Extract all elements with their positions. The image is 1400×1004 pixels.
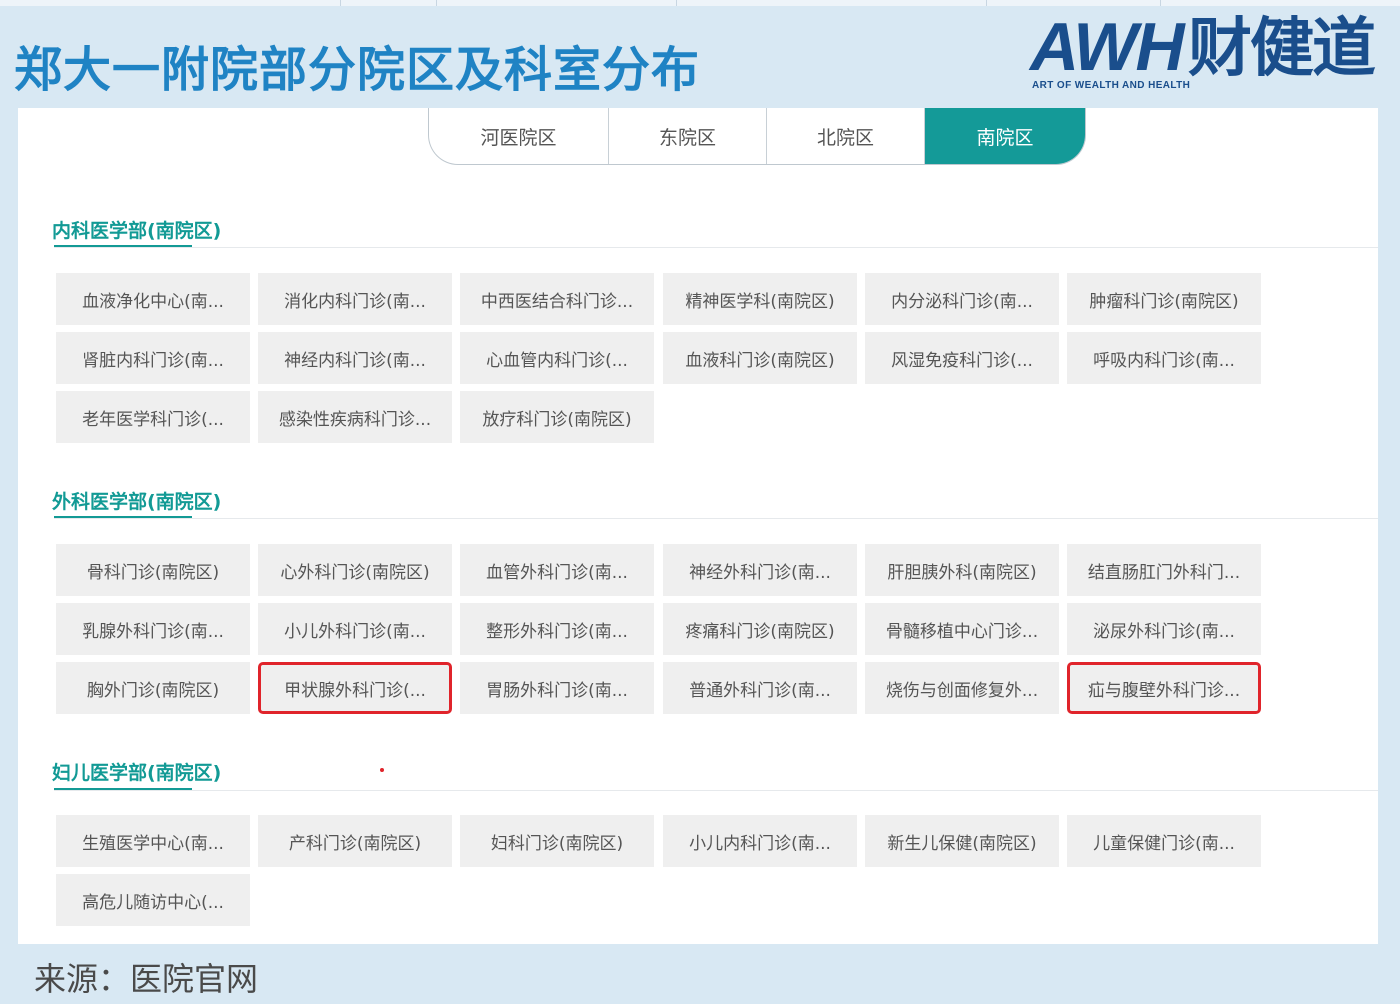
- section-title-surgery: 外科医学部(南院区): [52, 491, 222, 513]
- department-button[interactable]: 高危儿随访中心(...: [56, 874, 250, 926]
- department-button[interactable]: 泌尿外科门诊(南...: [1067, 603, 1261, 655]
- department-button[interactable]: 新生儿保健(南院区): [865, 815, 1059, 867]
- department-button[interactable]: 风湿免疫科门诊(...: [865, 332, 1059, 384]
- logo-awh-text: AWH: [1030, 9, 1185, 85]
- tab-heyi-campus[interactable]: 河医院区: [429, 108, 609, 164]
- brand-logo: AWH 财健道 ART OF WEALTH AND HEALTH: [1030, 12, 1390, 96]
- department-button[interactable]: 呼吸内科门诊(南...: [1067, 332, 1261, 384]
- tab-east-campus[interactable]: 东院区: [609, 108, 767, 164]
- department-button[interactable]: 儿童保健门诊(南...: [1067, 815, 1261, 867]
- department-button[interactable]: 感染性疾病科门诊...: [258, 391, 452, 443]
- department-button[interactable]: 妇科门诊(南院区): [460, 815, 654, 867]
- department-button[interactable]: 产科门诊(南院区): [258, 815, 452, 867]
- department-button[interactable]: 甲状腺外科门诊(...: [258, 662, 452, 714]
- department-button[interactable]: 小儿内科门诊(南...: [663, 815, 857, 867]
- department-button[interactable]: 骨髓移植中心门诊...: [865, 603, 1059, 655]
- section-divider: [54, 518, 1378, 519]
- department-button[interactable]: 老年医学科门诊(...: [56, 391, 250, 443]
- department-button[interactable]: 胃肠外科门诊(南...: [460, 662, 654, 714]
- department-button[interactable]: 肿瘤科门诊(南院区): [1067, 273, 1261, 325]
- tab-south-campus[interactable]: 南院区: [925, 108, 1085, 164]
- department-button[interactable]: 整形外科门诊(南...: [460, 603, 654, 655]
- department-button[interactable]: 消化内科门诊(南...: [258, 273, 452, 325]
- department-panel: 河医院区 东院区 北院区 南院区 内科医学部(南院区) 血液净化中心(南... 消…: [18, 108, 1378, 944]
- section-title-women-children: 妇儿医学部(南院区): [52, 762, 222, 784]
- department-button[interactable]: 心血管内科门诊(...: [460, 332, 654, 384]
- department-button[interactable]: 普通外科门诊(南...: [663, 662, 857, 714]
- department-button[interactable]: 乳腺外科门诊(南...: [56, 603, 250, 655]
- section-divider: [54, 790, 1378, 791]
- department-button[interactable]: 烧伤与创面修复外...: [865, 662, 1059, 714]
- department-button[interactable]: 疼痛科门诊(南院区): [663, 603, 857, 655]
- department-button[interactable]: 神经外科门诊(南...: [663, 544, 857, 596]
- department-button[interactable]: 胸外门诊(南院区): [56, 662, 250, 714]
- tab-north-campus[interactable]: 北院区: [767, 108, 925, 164]
- marker-dot: [380, 768, 384, 772]
- source-note: 来源：医院官网: [34, 960, 259, 998]
- department-button[interactable]: 生殖医学中心(南...: [56, 815, 250, 867]
- department-button[interactable]: 肝胆胰外科(南院区): [865, 544, 1059, 596]
- campus-tabs: 河医院区 东院区 北院区 南院区: [428, 108, 1086, 165]
- department-button[interactable]: 血液净化中心(南...: [56, 273, 250, 325]
- department-button[interactable]: 肾脏内科门诊(南...: [56, 332, 250, 384]
- department-button[interactable]: 精神医学科(南院区): [663, 273, 857, 325]
- department-button[interactable]: 骨科门诊(南院区): [56, 544, 250, 596]
- department-button[interactable]: 心外科门诊(南院区): [258, 544, 452, 596]
- department-button[interactable]: 内分泌科门诊(南...: [865, 273, 1059, 325]
- department-button[interactable]: 放疗科门诊(南院区): [460, 391, 654, 443]
- top-strip: [0, 0, 1400, 6]
- section-title-internal-medicine: 内科医学部(南院区): [52, 220, 222, 242]
- logo-cn-text: 财健道: [1188, 12, 1376, 86]
- page-title: 郑大一附院部分院区及科室分布: [14, 42, 701, 98]
- department-button[interactable]: 神经内科门诊(南...: [258, 332, 452, 384]
- department-button[interactable]: 血液科门诊(南院区): [663, 332, 857, 384]
- department-button[interactable]: 结直肠肛门外科门...: [1067, 544, 1261, 596]
- department-button[interactable]: 疝与腹壁外科门诊...: [1067, 662, 1261, 714]
- department-button[interactable]: 中西医结合科门诊...: [460, 273, 654, 325]
- department-button[interactable]: 小儿外科门诊(南...: [258, 603, 452, 655]
- section-divider: [54, 247, 1378, 248]
- logo-subtitle: ART OF WEALTH AND HEALTH: [1032, 80, 1191, 91]
- department-button[interactable]: 血管外科门诊(南...: [460, 544, 654, 596]
